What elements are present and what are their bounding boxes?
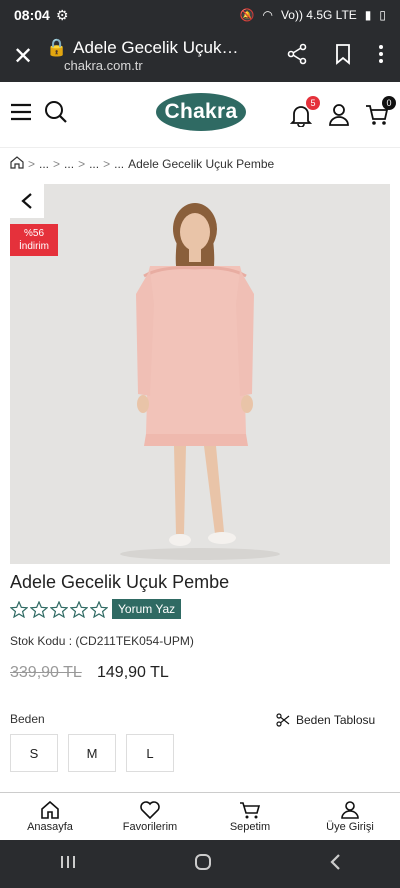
product-sku: Stok Kodu : (CD211TEK054-UPM) bbox=[10, 634, 194, 648]
battery-icon: ▯ bbox=[379, 8, 386, 22]
chevron-left-icon bbox=[21, 193, 32, 209]
user-icon bbox=[329, 103, 349, 126]
search-icon[interactable] bbox=[44, 100, 68, 129]
old-price: 339,90 TL bbox=[10, 664, 82, 681]
star-icon bbox=[90, 601, 108, 618]
rating-stars[interactable] bbox=[10, 601, 108, 618]
write-review-button[interactable]: Yorum Yaz bbox=[112, 599, 182, 619]
nav-account-label: Üye Girişi bbox=[326, 820, 374, 833]
breadcrumb-separator: > bbox=[103, 157, 111, 171]
size-option-m[interactable]: M bbox=[68, 734, 116, 772]
user-icon bbox=[341, 800, 359, 819]
nav-cart[interactable]: Sepetim bbox=[200, 793, 300, 840]
status-icons: 🔕 ◠ Vo)) 4.5G LTE ▮ ▯ bbox=[240, 8, 386, 22]
cart-button[interactable]: 0 bbox=[364, 95, 396, 128]
network-label: Vo)) 4.5G LTE bbox=[280, 8, 357, 22]
star-icon bbox=[30, 601, 48, 618]
system-navigation-bar bbox=[0, 840, 400, 888]
product-image[interactable] bbox=[10, 184, 390, 564]
lock-icon: 🔒 bbox=[46, 38, 68, 57]
home-icon bbox=[41, 800, 59, 819]
recent-apps-icon[interactable] bbox=[59, 854, 77, 875]
browser-toolbar: ✕ 🔒 Adele Gecelik Uçuk Pembe chakra.com.… bbox=[0, 30, 400, 82]
breadcrumb-link[interactable]: ... bbox=[39, 157, 49, 171]
size-option-l[interactable]: L bbox=[126, 734, 174, 772]
close-tab-button[interactable]: ✕ bbox=[0, 42, 46, 71]
bottom-navigation: Anasayfa Favorilerim Sepetim Üye Girişi bbox=[0, 792, 400, 840]
nav-home[interactable]: Anasayfa bbox=[0, 793, 100, 840]
status-time: 08:04 bbox=[14, 7, 50, 23]
product-photo-illustration bbox=[10, 184, 390, 564]
breadcrumb-separator: > bbox=[28, 157, 36, 171]
page-title: Adele Gecelik Uçuk Pembe bbox=[73, 38, 242, 57]
mute-icon: 🔕 bbox=[239, 8, 255, 22]
settings-gear-icon: ⚙ bbox=[55, 6, 69, 23]
sale-price: 149,90 TL bbox=[97, 664, 169, 681]
star-icon bbox=[50, 601, 68, 618]
signal-icon: ▮ bbox=[364, 8, 372, 22]
size-option-s[interactable]: S bbox=[10, 734, 58, 772]
account-button[interactable] bbox=[326, 102, 352, 128]
status-bar: 08:04 ⚙ 🔕 ◠ Vo)) 4.5G LTE ▮ ▯ bbox=[0, 0, 400, 30]
wifi-icon: ◠ bbox=[262, 8, 273, 22]
home-icon[interactable] bbox=[10, 156, 24, 172]
cart-badge: 0 bbox=[382, 95, 396, 110]
nav-account[interactable]: Üye Girişi bbox=[300, 793, 400, 840]
nav-favorites[interactable]: Favorilerim bbox=[100, 793, 200, 840]
breadcrumb-separator: > bbox=[78, 157, 86, 171]
product-title: Adele Gecelik Uçuk Pembe bbox=[10, 572, 230, 592]
discount-badge: %56 İndirim bbox=[10, 224, 58, 256]
nav-favorites-label: Favorilerim bbox=[122, 820, 178, 833]
home-button-icon[interactable] bbox=[194, 853, 212, 876]
discount-label: İndirim bbox=[18, 241, 49, 252]
star-icon bbox=[10, 601, 28, 618]
page-domain: chakra.com.tr bbox=[64, 58, 143, 74]
breadcrumb-separator: > bbox=[53, 157, 61, 171]
breadcrumb-link[interactable]: ... bbox=[89, 157, 99, 171]
size-chart-link[interactable]: Beden Tablosu bbox=[276, 713, 375, 727]
nav-cart-label: Sepetim bbox=[229, 820, 271, 833]
discount-percent: %56 bbox=[23, 228, 44, 239]
breadcrumb: > ... > ... > ... > ... Adele Gecelik Uç… bbox=[10, 156, 274, 172]
size-label: Beden bbox=[10, 712, 45, 726]
notification-badge: 5 bbox=[306, 95, 320, 110]
size-chart-label: Beden Tablosu bbox=[296, 713, 376, 727]
breadcrumb-current: Adele Gecelik Uçuk Pembe bbox=[128, 157, 275, 171]
site-header: Chakra 5 0 bbox=[0, 82, 400, 148]
bookmark-icon[interactable] bbox=[334, 43, 352, 70]
scissors-icon bbox=[276, 713, 290, 727]
breadcrumb-link[interactable]: ... bbox=[114, 157, 124, 171]
image-back-button[interactable] bbox=[10, 184, 44, 218]
url-box[interactable]: 🔒 Adele Gecelik Uçuk Pembe chakra.com.tr bbox=[46, 38, 286, 74]
notifications-button[interactable]: 5 bbox=[288, 95, 320, 128]
hamburger-menu-icon[interactable] bbox=[10, 103, 32, 126]
nav-home-label: Anasayfa bbox=[27, 820, 73, 833]
breadcrumb-link[interactable]: ... bbox=[64, 157, 74, 171]
heart-icon bbox=[140, 800, 160, 819]
cart-icon bbox=[240, 801, 261, 818]
size-selector: S M L bbox=[10, 734, 174, 772]
star-icon bbox=[70, 601, 88, 618]
back-icon[interactable] bbox=[329, 853, 341, 876]
share-icon[interactable] bbox=[286, 43, 308, 70]
more-menu-icon[interactable] bbox=[378, 44, 384, 69]
chakra-logo[interactable]: Chakra bbox=[156, 93, 246, 131]
